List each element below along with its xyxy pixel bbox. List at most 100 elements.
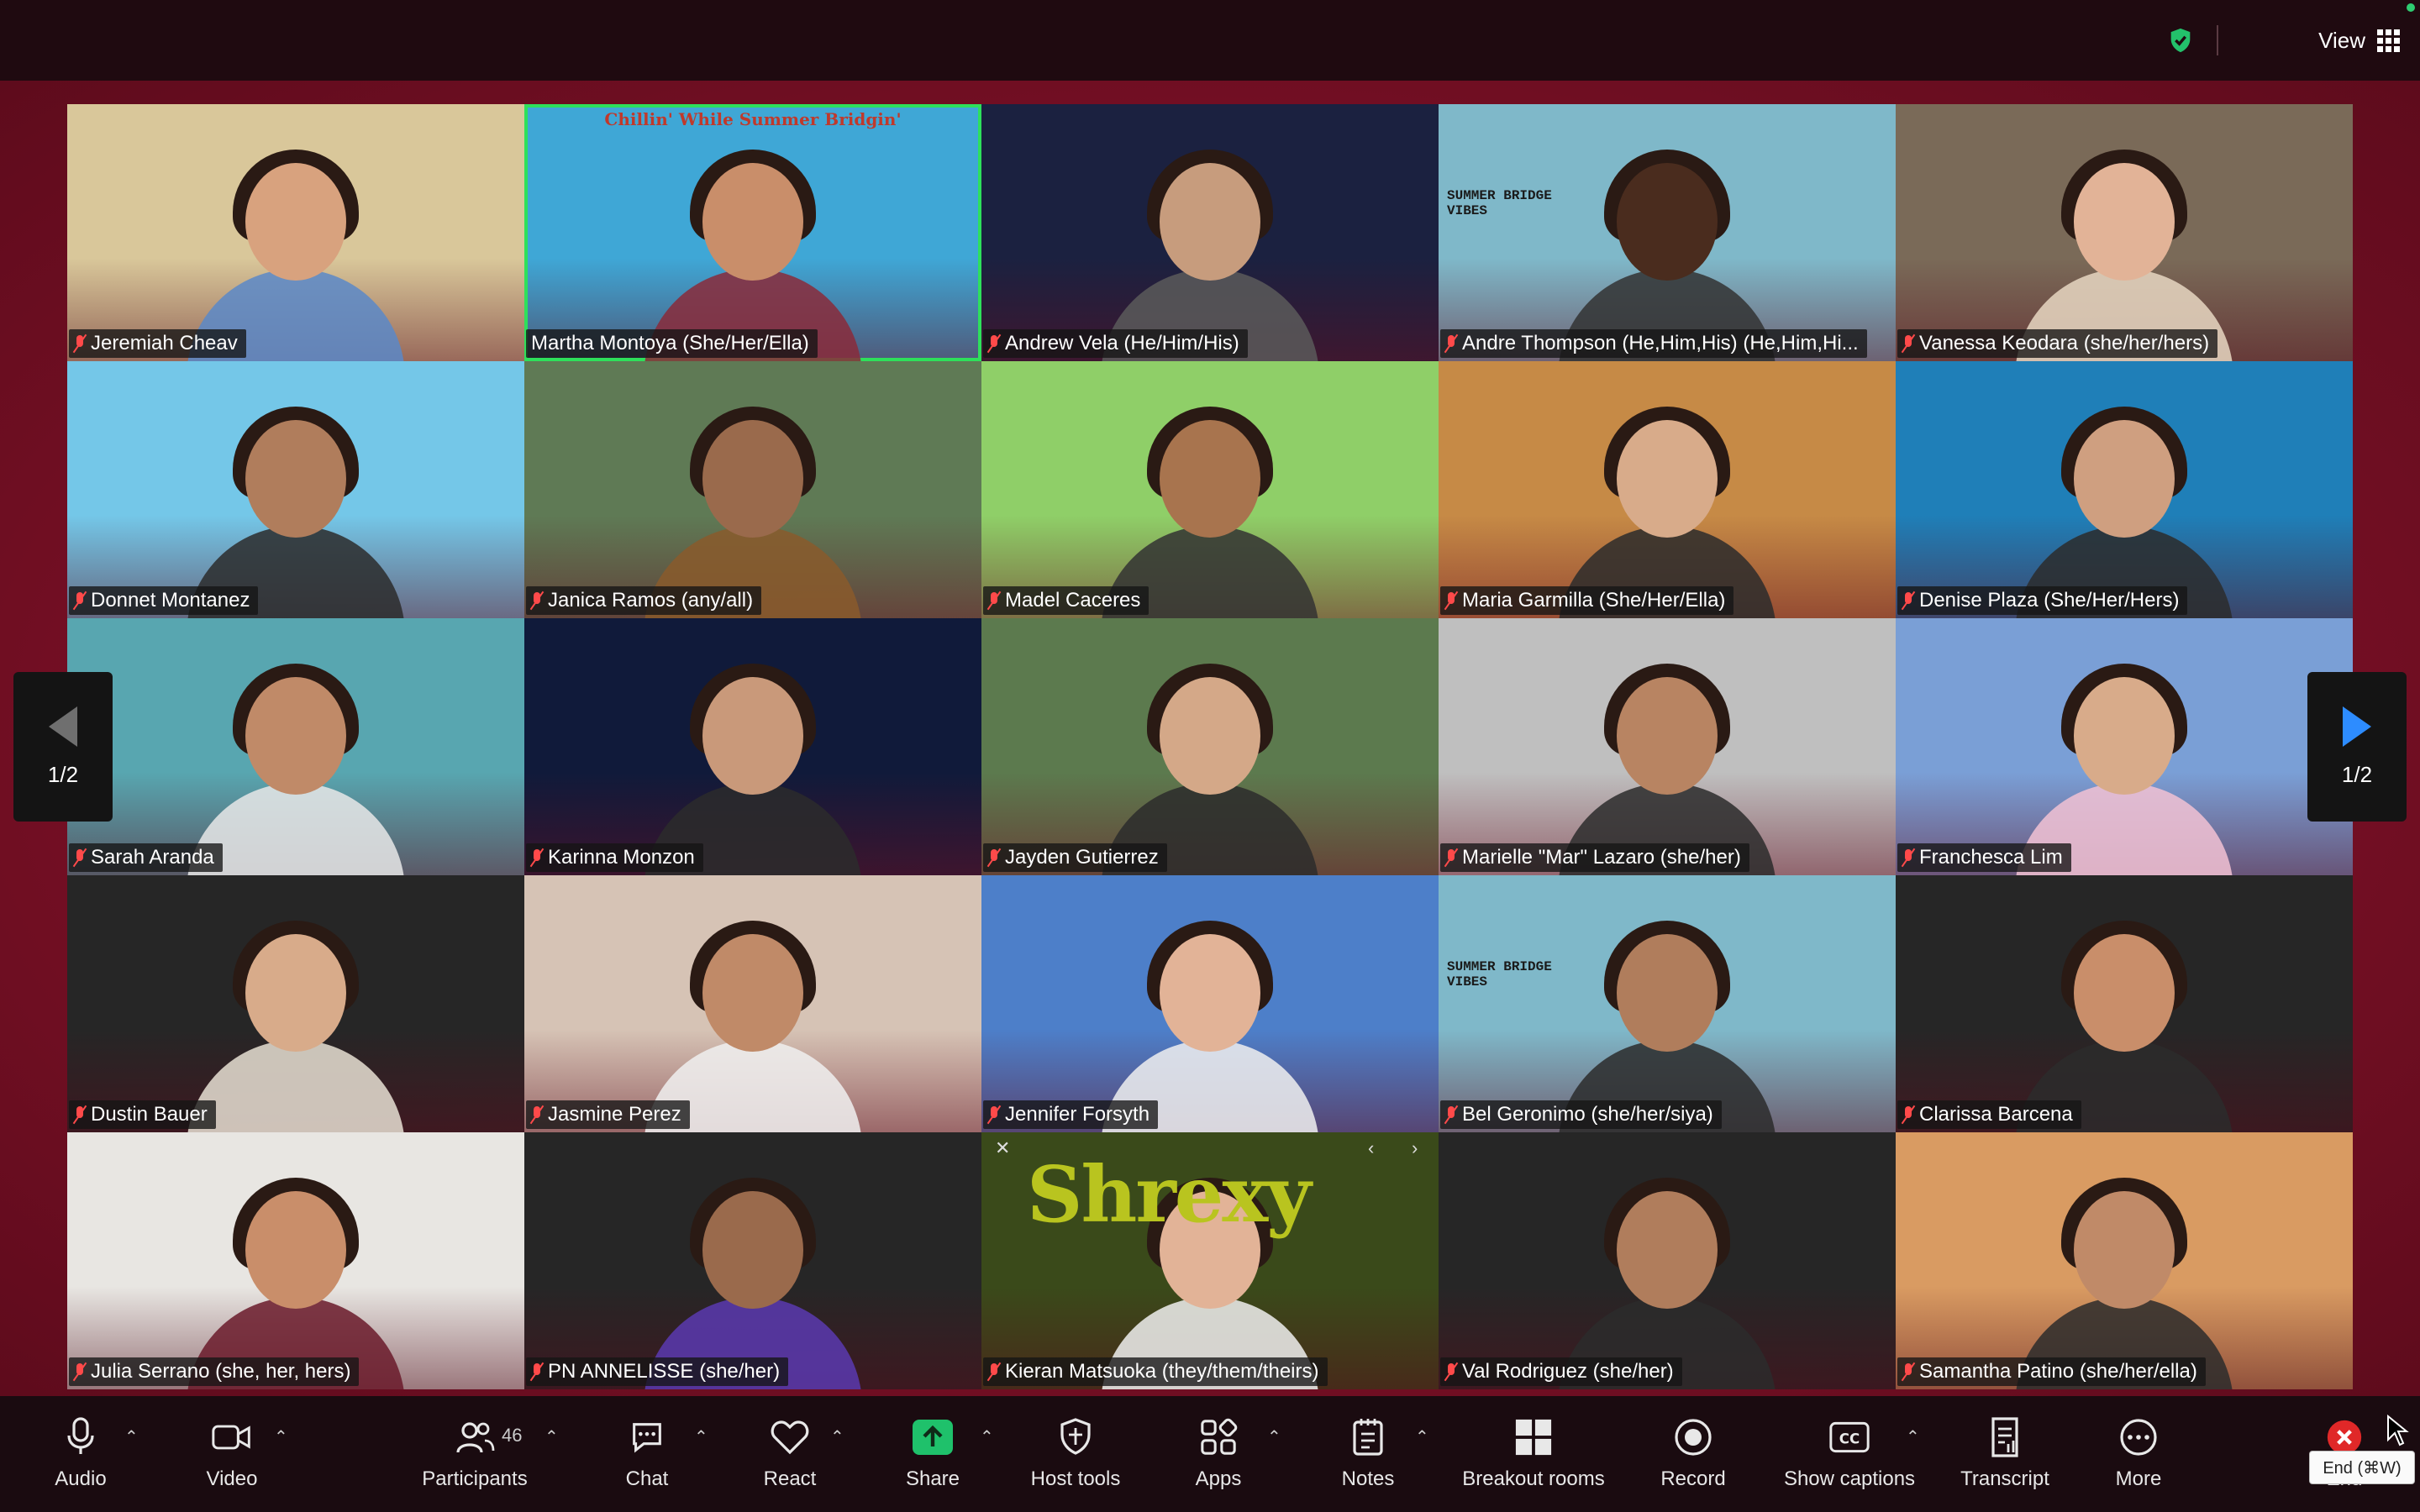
video-tile[interactable]: Dustin Bauer — [67, 875, 524, 1132]
participant-name: Jayden Gutierrez — [1005, 846, 1159, 869]
participant-face — [702, 677, 803, 795]
video-tile[interactable]: Karinna Monzon — [524, 618, 981, 875]
microphone-icon — [60, 1417, 101, 1457]
video-tile[interactable]: SUMMER BRIDGE VIBES Andre Thompson (He,Hi… — [1439, 104, 1896, 361]
record-button[interactable]: Record — [1655, 1396, 1731, 1512]
react-options-caret[interactable]: ⌃ — [830, 1426, 844, 1447]
shield-icon — [1055, 1417, 1096, 1457]
video-tile[interactable]: Clarissa Barcena — [1896, 875, 2353, 1132]
notes-button[interactable]: Notes — [1334, 1396, 1402, 1512]
view-button[interactable]: View — [2232, 20, 2400, 60]
video-options-caret[interactable]: ⌃ — [274, 1426, 288, 1447]
notes-options-caret[interactable]: ⌃ — [1415, 1426, 1429, 1447]
previous-page-button[interactable]: 1/2 — [13, 672, 113, 822]
video-tile[interactable]: Val Rodriguez (she/her) — [1439, 1132, 1896, 1389]
captions-options-caret[interactable]: ⌃ — [1906, 1426, 1920, 1447]
participant-face — [245, 934, 346, 1052]
muted-microphone-icon — [74, 591, 86, 610]
video-button[interactable]: Video — [190, 1396, 274, 1512]
next-page-button[interactable]: 1/2 — [2307, 672, 2407, 822]
video-tile[interactable]: Jasmine Perez — [524, 875, 981, 1132]
audio-button[interactable]: Audio — [40, 1396, 121, 1512]
participant-face — [1617, 934, 1718, 1052]
video-tile[interactable]: SUMMER BRIDGE VIBES Bel Geronimo (she/her… — [1439, 875, 1896, 1132]
video-tile[interactable]: Franchesca Lim — [1896, 618, 2353, 875]
video-tile[interactable]: Julia Serrano (she, her, hers) — [67, 1132, 524, 1389]
more-dots-icon — [2118, 1417, 2159, 1457]
video-tile[interactable]: Vanessa Keodara (she/her/hers) — [1896, 104, 2353, 361]
virtual-background-text: Shrexy — [1027, 1149, 1312, 1240]
host-tools-button[interactable]: Host tools — [1017, 1396, 1134, 1512]
chat-button[interactable]: Chat — [613, 1396, 681, 1512]
close-icon[interactable]: ✕ — [995, 1137, 1010, 1159]
participant-name-tag: Maria Garmilla (She/Her/Ella) — [1440, 586, 1734, 615]
video-tile[interactable]: Sarah Aranda — [67, 618, 524, 875]
transcript-button[interactable]: Transcript — [1954, 1396, 2055, 1512]
virtual-background-text: SUMMER BRIDGE VIBES — [1447, 959, 1552, 990]
video-tile[interactable]: Jeremiah Cheav — [67, 104, 524, 361]
notes-label: Notes — [1341, 1467, 1395, 1490]
video-tile[interactable]: Andrew Vela (He/Him/His) — [981, 104, 1439, 361]
video-tile[interactable]: Donnet Montanez — [67, 361, 524, 618]
apps-options-caret[interactable]: ⌃ — [1267, 1426, 1281, 1447]
video-tile[interactable]: Shrexy ✕ ‹ › Kieran Matsuoka (they/them/thei… — [981, 1132, 1439, 1389]
share-button[interactable]: Share — [899, 1396, 966, 1512]
chevron-left-icon[interactable]: ‹ — [1368, 1137, 1374, 1159]
page-indicator-left: 1/2 — [47, 761, 79, 787]
video-tile[interactable]: Marielle "Mar" Lazaro (she/her) — [1439, 618, 1896, 875]
share-label: Share — [905, 1467, 960, 1490]
participant-face — [1160, 163, 1260, 281]
more-label: More — [2115, 1467, 2162, 1490]
video-tile[interactable]: Samantha Patino (she/her/ella) — [1896, 1132, 2353, 1389]
chat-options-caret[interactable]: ⌃ — [694, 1426, 708, 1447]
video-tile[interactable]: Janica Ramos (any/all) — [524, 361, 981, 618]
participant-face — [1160, 934, 1260, 1052]
share-options-caret[interactable]: ⌃ — [980, 1426, 994, 1447]
participant-name-tag: Julia Serrano (she, her, hers) — [69, 1357, 360, 1386]
grid-view-icon — [2377, 29, 2400, 52]
muted-microphone-icon — [988, 334, 1000, 353]
chevron-right-icon[interactable]: › — [1412, 1137, 1418, 1159]
more-button[interactable]: More — [2101, 1396, 2176, 1512]
video-tile[interactable]: Jennifer Forsyth — [981, 875, 1439, 1132]
show-captions-label: Show captions — [1783, 1467, 1916, 1490]
participant-name-tag: Janica Ramos (any/all) — [526, 586, 762, 615]
participant-name: Julia Serrano (she, her, hers) — [91, 1360, 351, 1383]
video-tile[interactable]: PN ANNELISSE (she/her) — [524, 1132, 981, 1389]
apps-icon — [1198, 1417, 1239, 1457]
video-camera-icon — [212, 1417, 252, 1457]
participant-face — [245, 420, 346, 538]
video-tile[interactable]: Jayden Gutierrez — [981, 618, 1439, 875]
breakout-rooms-button[interactable]: Breakout rooms — [1454, 1396, 1613, 1512]
muted-microphone-icon — [1445, 1362, 1457, 1381]
shield-check-icon[interactable] — [2166, 26, 2195, 55]
participants-button[interactable]: Participants — [412, 1396, 538, 1512]
react-label: React — [763, 1467, 817, 1490]
participants-label: Participants — [422, 1467, 528, 1490]
mouse-cursor-icon — [2387, 1415, 2409, 1446]
apps-label: Apps — [1195, 1467, 1242, 1490]
muted-microphone-icon — [74, 1105, 86, 1124]
video-tile[interactable]: Denise Plaza (She/Her/Hers) — [1896, 361, 2353, 618]
participant-face — [2074, 420, 2175, 538]
show-captions-button[interactable]: CC Show captions — [1778, 1396, 1921, 1512]
audio-options-caret[interactable]: ⌃ — [124, 1426, 139, 1447]
muted-microphone-icon — [1902, 1362, 1914, 1381]
arrow-left-icon — [49, 706, 77, 747]
muted-microphone-icon — [988, 591, 1000, 610]
participant-name: Clarissa Barcena — [1919, 1103, 2073, 1126]
meeting-top-bar: View — [0, 0, 2420, 81]
participants-options-caret[interactable]: ⌃ — [544, 1426, 559, 1447]
participant-name: Maria Garmilla (She/Her/Ella) — [1462, 589, 1726, 612]
video-tile[interactable]: Chillin' While Summer Bridgin' Martha Mon… — [524, 104, 981, 361]
page-indicator-right: 1/2 — [2341, 761, 2373, 787]
video-tile[interactable]: Madel Caceres — [981, 361, 1439, 618]
muted-microphone-icon — [988, 1362, 1000, 1381]
participant-name: Jeremiah Cheav — [91, 332, 238, 354]
participant-name-tag: Jayden Gutierrez — [983, 843, 1167, 872]
participant-name-tag: Samantha Patino (she/her/ella) — [1897, 1357, 2206, 1386]
video-gallery: Jeremiah Cheav Chillin' While Summer Brid… — [67, 104, 2353, 1389]
video-tile[interactable]: Maria Garmilla (She/Her/Ella) — [1439, 361, 1896, 618]
react-button[interactable]: React — [756, 1396, 823, 1512]
apps-button[interactable]: Apps — [1185, 1396, 1252, 1512]
